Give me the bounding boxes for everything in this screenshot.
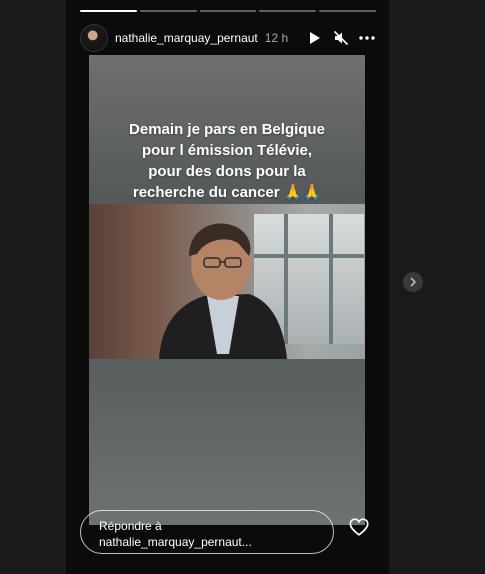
progress-segment bbox=[319, 10, 376, 12]
caption-line: recherche du cancer 🙏🙏 bbox=[132, 184, 322, 201]
heart-icon[interactable] bbox=[348, 516, 370, 538]
story-photo bbox=[89, 204, 365, 359]
progress-segment bbox=[259, 10, 317, 12]
story-media[interactable]: Demain je pars en Belgique pour l émissi… bbox=[89, 55, 365, 525]
progress-segment bbox=[139, 10, 197, 12]
post-time: 12 h bbox=[264, 31, 289, 45]
reply-placeholder-line1: Répondre à bbox=[99, 519, 162, 533]
story-header: nathalie_marquay_pernaut 12 h bbox=[80, 24, 376, 52]
story-progress-bar bbox=[80, 10, 376, 13]
username-link[interactable]: nathalie_marquay_pernaut bbox=[115, 31, 258, 45]
more-icon[interactable] bbox=[358, 29, 376, 47]
caption-line: pour des dons pour la bbox=[148, 163, 306, 180]
person-silhouette bbox=[159, 223, 287, 359]
caption-line: pour l émission Télévie, bbox=[141, 142, 313, 159]
progress-segment bbox=[80, 10, 137, 12]
play-icon[interactable] bbox=[306, 29, 324, 47]
mute-icon[interactable] bbox=[332, 29, 350, 47]
caption-line: Demain je pars en Belgique bbox=[129, 121, 325, 138]
story-caption: Demain je pars en Belgique pour l émissi… bbox=[89, 119, 365, 203]
next-story-button[interactable] bbox=[403, 272, 423, 292]
reply-input[interactable]: Répondre à nathalie_marquay_pernaut... bbox=[80, 510, 334, 554]
progress-segment bbox=[199, 10, 257, 12]
avatar[interactable] bbox=[80, 24, 108, 52]
chevron-right-icon bbox=[410, 277, 417, 287]
reply-placeholder-line2: nathalie_marquay_pernaut... bbox=[99, 535, 252, 549]
